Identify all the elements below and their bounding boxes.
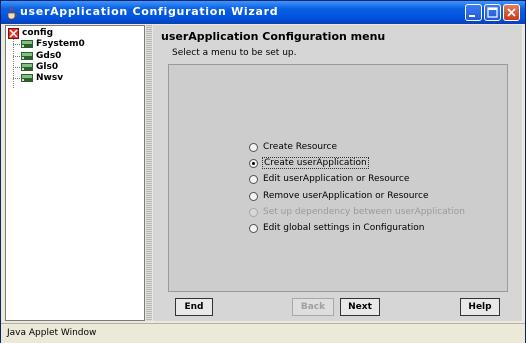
wizard-window: userApplication Configuration Wizard con… bbox=[0, 0, 526, 343]
tree-item-nwsv[interactable]: Nwsv bbox=[21, 72, 63, 84]
option-label: Set up dependency between userApplicatio… bbox=[263, 207, 465, 217]
tree-item-label: Fsystem0 bbox=[36, 39, 85, 49]
option-remove-userapplication[interactable]: Remove userApplication or Resource bbox=[249, 189, 429, 203]
java-cup-icon bbox=[5, 5, 19, 20]
next-button[interactable]: Next bbox=[340, 298, 380, 316]
tree-connector bbox=[13, 39, 14, 88]
tree-connector bbox=[13, 44, 20, 45]
radio-button[interactable] bbox=[249, 142, 258, 152]
option-setup-dependency: Set up dependency between userApplicatio… bbox=[249, 205, 465, 219]
tree-item-label: Gds0 bbox=[36, 51, 62, 61]
minimize-icon bbox=[469, 15, 475, 17]
radio-button-selected[interactable] bbox=[249, 158, 258, 168]
tree-item-label: config bbox=[22, 28, 54, 38]
title-bar[interactable]: userApplication Configuration Wizard bbox=[1, 1, 525, 24]
radio-button[interactable] bbox=[249, 223, 258, 233]
option-label: Edit userApplication or Resource bbox=[263, 174, 410, 184]
page-subtitle: Select a menu to be set up. bbox=[172, 48, 297, 58]
close-button[interactable] bbox=[503, 4, 520, 21]
resource-icon bbox=[21, 40, 33, 48]
status-text: Java Applet Window bbox=[7, 328, 97, 338]
option-label: Remove userApplication or Resource bbox=[263, 191, 429, 201]
config-tree: config Fsystem0 Gds0 Gls0 Nwsv bbox=[5, 25, 145, 321]
tree-connector bbox=[13, 56, 20, 57]
window-title: userApplication Configuration Wizard bbox=[20, 5, 279, 18]
radio-button[interactable] bbox=[249, 191, 258, 201]
option-create-userapplication[interactable]: Create userApplication bbox=[249, 156, 369, 170]
maximize-button[interactable] bbox=[484, 4, 501, 21]
maximize-icon bbox=[487, 7, 498, 18]
panel-splitter[interactable] bbox=[146, 25, 152, 321]
option-label: Create userApplication bbox=[262, 157, 369, 169]
option-edit-global-settings[interactable]: Edit global settings in Configuration bbox=[249, 221, 424, 235]
back-button: Back bbox=[292, 298, 334, 316]
resource-icon bbox=[21, 52, 33, 60]
page-title: userApplication Configuration menu bbox=[161, 30, 386, 43]
content-panel: userApplication Configuration menu Selec… bbox=[153, 25, 522, 321]
radio-button-disabled bbox=[249, 207, 258, 217]
option-edit-userapplication[interactable]: Edit userApplication or Resource bbox=[249, 172, 409, 186]
radio-button[interactable] bbox=[249, 174, 258, 184]
status-bar: Java Applet Window bbox=[1, 323, 525, 343]
option-label: Edit global settings in Configuration bbox=[263, 223, 425, 233]
close-icon bbox=[507, 8, 516, 17]
menu-options-box: Create Resource Create userApplication E… bbox=[168, 64, 508, 292]
tree-item-label: Nwsv bbox=[36, 73, 64, 83]
tree-item-label: Gls0 bbox=[36, 62, 59, 72]
help-button[interactable]: Help bbox=[460, 298, 500, 316]
tree-item-fsystem0[interactable]: Fsystem0 bbox=[21, 38, 85, 50]
config-root-icon bbox=[8, 27, 19, 39]
option-label: Create Resource bbox=[263, 142, 338, 152]
resource-icon bbox=[21, 63, 33, 71]
minimize-button[interactable] bbox=[465, 4, 482, 21]
resource-icon bbox=[21, 74, 33, 82]
tree-connector bbox=[13, 67, 20, 68]
tree-connector bbox=[13, 78, 20, 79]
end-button[interactable]: End bbox=[175, 298, 213, 316]
option-create-resource[interactable]: Create Resource bbox=[249, 140, 337, 154]
